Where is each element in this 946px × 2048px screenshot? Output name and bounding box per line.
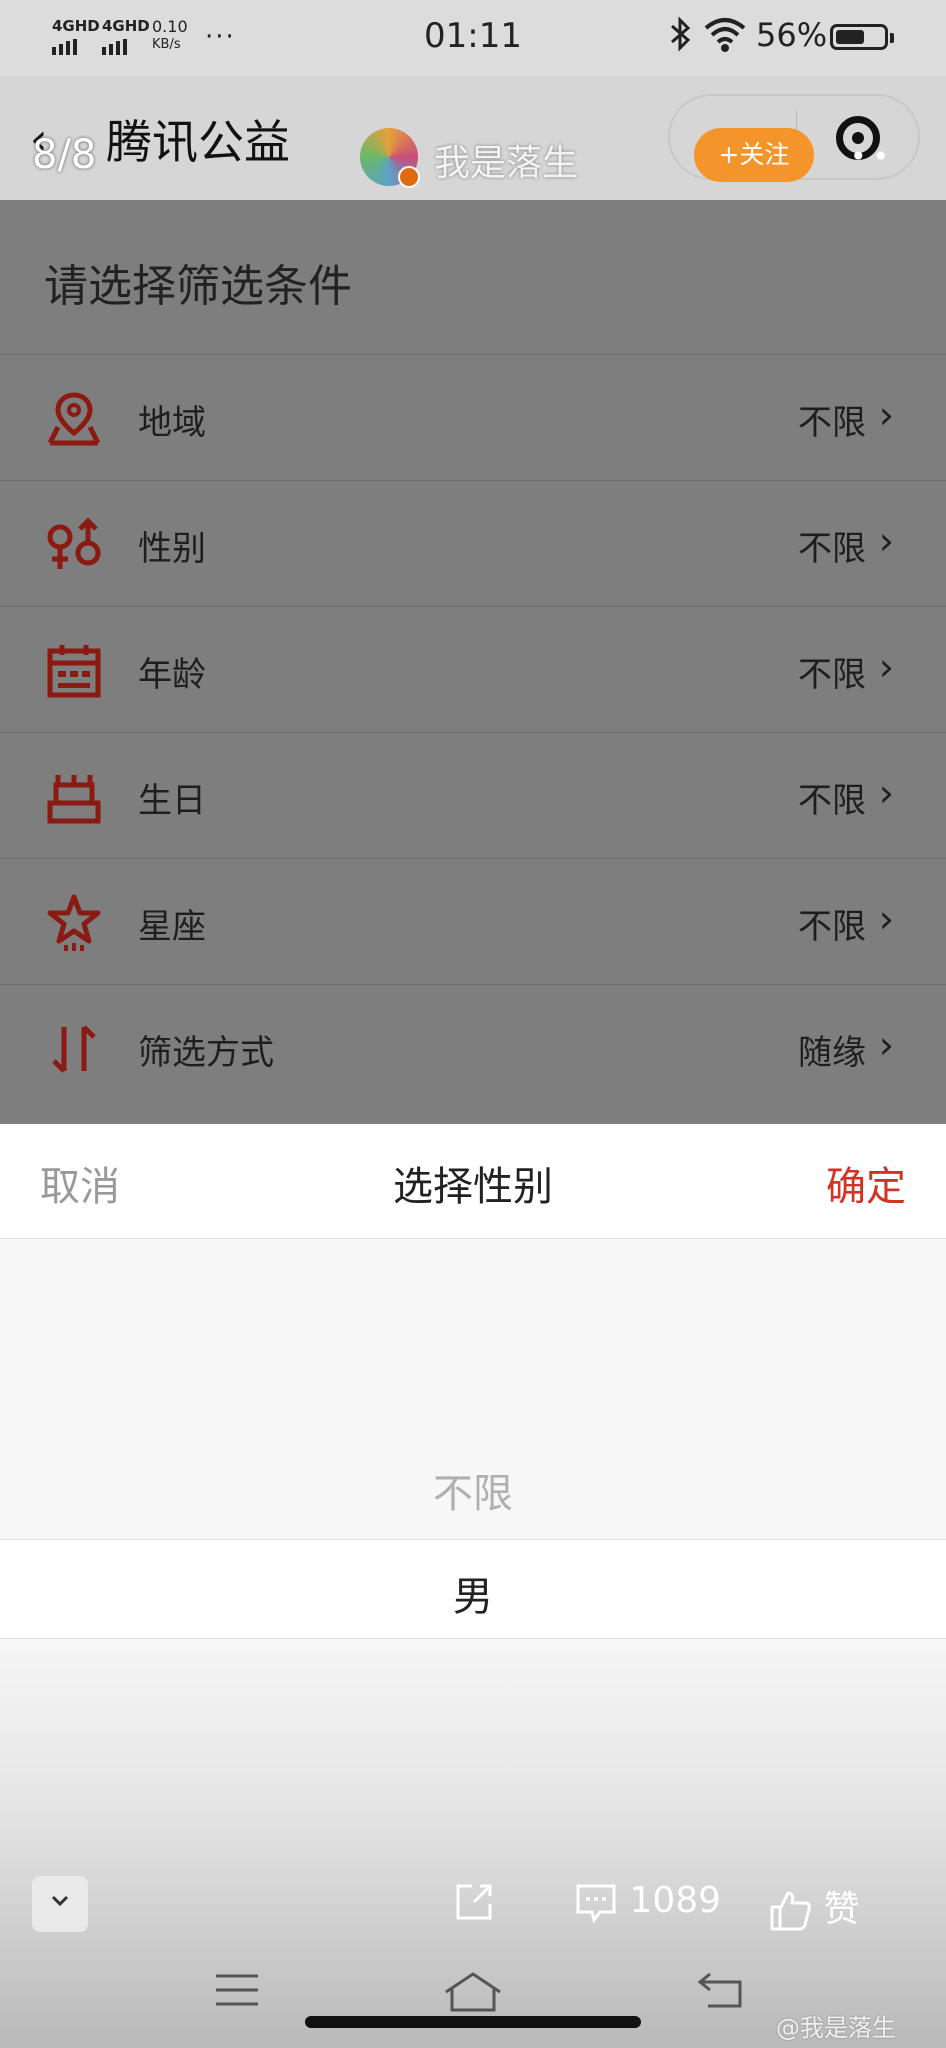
chevron-right-icon: ›: [878, 519, 894, 563]
page-title: 腾讯公益: [106, 115, 290, 169]
page-counter: 8/8: [32, 132, 97, 178]
gender-icon: [47, 517, 101, 569]
chevron-right-icon: ›: [878, 1023, 894, 1067]
back-nav-button[interactable]: [696, 1970, 746, 2014]
like-button[interactable]: 赞: [768, 1880, 859, 1933]
share-icon: [456, 1884, 492, 1920]
picker-selected-band[interactable]: 男: [0, 1539, 946, 1639]
collapse-button[interactable]: [32, 1876, 88, 1932]
battery-percent: 56%: [756, 16, 828, 54]
filter-row-label: 年龄: [138, 655, 206, 695]
like-label: 赞: [823, 1889, 860, 1930]
status-bar: 4GHD 4GHD 0.10 KB/s ··· 01:11 56%: [0, 0, 946, 76]
filter-row-label: 性别: [138, 529, 206, 569]
filter-row-label: 星座: [138, 907, 206, 947]
cake-icon: [47, 775, 101, 824]
chevron-right-icon: ›: [878, 393, 894, 437]
confirm-button[interactable]: 确定: [826, 1154, 906, 1212]
filter-panel: 请选择筛选条件 地域 不限 › 性别 不限 › 年龄 不限 › 生日 不限 › …: [0, 200, 946, 1124]
filter-title: 请选择筛选条件: [44, 261, 352, 312]
filter-row-birthday[interactable]: 生日 不限 ›: [0, 732, 946, 859]
chevron-right-icon: ›: [878, 645, 894, 689]
home-icon: [445, 1972, 501, 2012]
menu-icon: [216, 1974, 258, 2006]
comment-icon: [576, 1884, 616, 1924]
picker-toolbar: 取消 选择性别 确定: [0, 1124, 946, 1239]
star-icon: [47, 894, 101, 951]
filter-row-value: 不限: [798, 781, 866, 821]
filter-row-label: 地域: [138, 403, 206, 443]
comment-count: 1089: [629, 1880, 722, 1921]
comment-button[interactable]: 1089: [574, 1880, 721, 1924]
picker-option-male[interactable]: 男: [0, 1564, 946, 1622]
filter-row-region[interactable]: 地域 不限 ›: [0, 354, 946, 481]
return-icon: [697, 1972, 742, 2008]
battery-icon: [830, 24, 894, 50]
filter-row-value: 不限: [798, 529, 866, 569]
filter-row-age[interactable]: 年龄 不限 ›: [0, 606, 946, 733]
watermark: @我是落生: [776, 2014, 896, 2042]
more-menu-icon[interactable]: ••: [850, 140, 895, 173]
app-header: ‹ 8/8 腾讯公益 我是落生 +关注 ••: [0, 76, 946, 200]
sort-arrows-icon: [52, 1025, 96, 1073]
username[interactable]: 我是落生: [434, 134, 578, 186]
picker-title: 选择性别: [393, 1164, 553, 1210]
filter-row-constellation[interactable]: 星座 不限 ›: [0, 858, 946, 985]
chevron-down-icon: [51, 1895, 69, 1907]
avatar[interactable]: [360, 128, 420, 188]
location-pin-icon: [47, 392, 101, 446]
chevron-right-icon: ›: [878, 897, 894, 941]
share-button[interactable]: [452, 1880, 496, 1924]
menu-nav-button[interactable]: [214, 1970, 260, 2014]
filter-row-value: 随缘: [798, 1033, 866, 1073]
filter-row-label: 筛选方式: [138, 1033, 274, 1073]
follow-button[interactable]: +关注: [694, 128, 814, 182]
filter-row-value: 不限: [798, 907, 866, 947]
calendar-icon: [47, 645, 101, 698]
thumbs-up-icon: [770, 1891, 811, 1931]
filter-row-value: 不限: [798, 403, 866, 443]
bluetooth-icon: [668, 16, 694, 60]
filter-row-gender[interactable]: 性别 不限 ›: [0, 480, 946, 607]
filter-row-label: 生日: [138, 781, 206, 821]
home-indicator[interactable]: [305, 2016, 641, 2028]
home-nav-button[interactable]: [442, 1970, 504, 2018]
picker-option-unlimited[interactable]: 不限: [0, 1461, 946, 1519]
filter-row-method[interactable]: 筛选方式 随缘 ›: [0, 984, 946, 1111]
chevron-right-icon: ›: [878, 771, 894, 815]
wifi-icon: [702, 14, 748, 58]
verified-badge-icon: [398, 166, 420, 188]
filter-row-value: 不限: [798, 655, 866, 695]
